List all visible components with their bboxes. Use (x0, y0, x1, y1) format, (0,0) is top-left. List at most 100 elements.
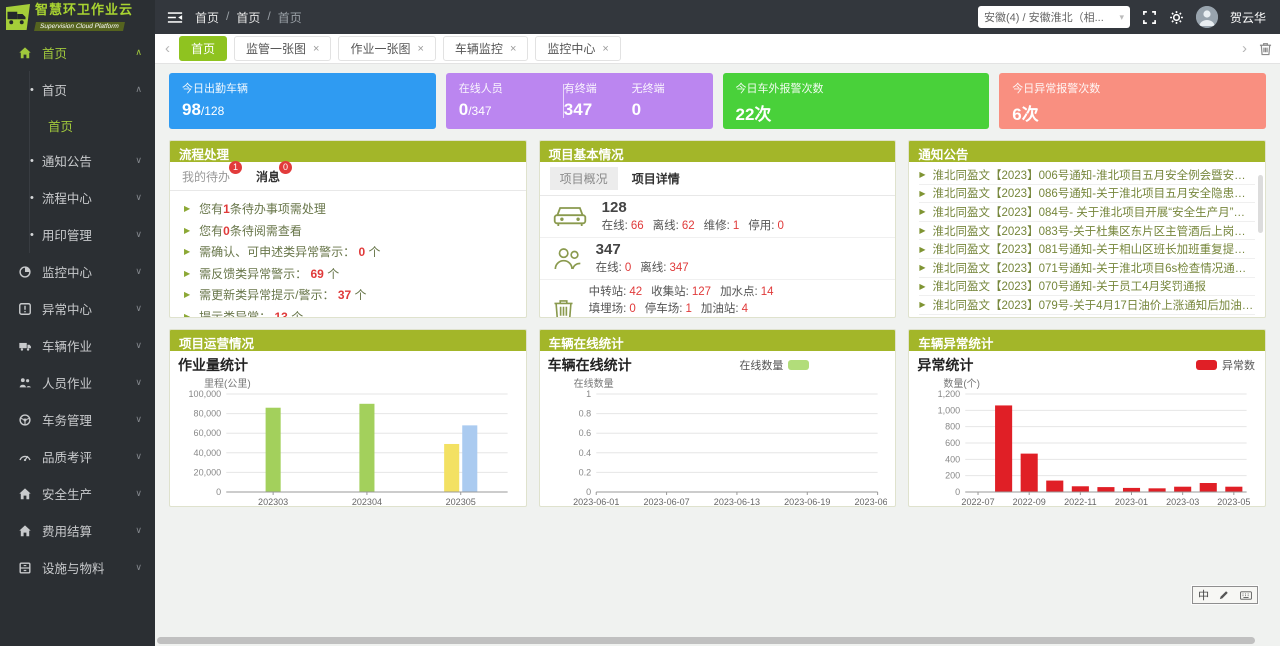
close-tab-icon[interactable]: × (417, 43, 423, 55)
breadcrumb-home[interactable]: 首页 (195, 9, 219, 26)
notice-item[interactable]: ▶淮北同盈文【2023】006号通知-淮北项目五月安全例会暨安全生产月启动会… (919, 166, 1255, 185)
process-item[interactable]: ▶您有0条待阅需查看 (184, 220, 512, 242)
project-row: 128在线:66离线:62维修:1停用:0 (540, 196, 896, 238)
tab-project-detail[interactable]: 项目详情 (622, 167, 690, 190)
panel-abnormal-chart: 车辆异常统计 异常统计 异常数 数量(个) 02004006008001,000… (908, 329, 1266, 507)
sidebar-item-safety-production[interactable]: 安全生产∨ (0, 475, 155, 512)
process-item[interactable]: ▶需更新类异常提示/警示： 37 个 (184, 284, 512, 306)
sidebar-item-quality-eval[interactable]: 品质考评∨ (0, 438, 155, 475)
sidebar-item-home[interactable]: 首页∧ (0, 34, 155, 71)
tab-home[interactable]: 首页 (179, 36, 227, 61)
breadcrumb: 首页 / 首页 / 首页 (195, 9, 302, 26)
stat-card-online[interactable]: 在线人员0/347有终端347无终端0 (446, 73, 713, 129)
sidebar-item-facilities-materials[interactable]: 设施与物料∨ (0, 549, 155, 586)
bullet-icon: • (30, 84, 34, 96)
stat-value: 347 (564, 100, 632, 120)
tabs-scroll-right-icon[interactable]: › (1240, 40, 1249, 57)
sidebar-item-seal-mgmt[interactable]: •用印管理∨ (0, 216, 155, 253)
notice-item[interactable]: ▶淮北同盈文【2023】079号-关于4月17日油价上涨通知后加油情况通报 (919, 296, 1255, 315)
sidebar-item-personnel-work[interactable]: 人员作业∨ (0, 364, 155, 401)
sidebar: 首页∧•首页∧首页•通知公告∨•流程中心∨•用印管理∨监控中心∨异常中心∨车辆作… (0, 34, 155, 646)
chart-vehicle-online: 00.20.40.60.812023-06-012023-06-072023-0… (548, 388, 888, 507)
sidebar-item-label: 异常中心 (42, 299, 92, 318)
stat-value: 98/128 (182, 100, 423, 120)
breadcrumb-separator: / (226, 9, 229, 26)
panel-project-title: 项目基本情况 (540, 141, 896, 162)
monitor-icon (18, 265, 32, 279)
close-tab-icon[interactable]: × (510, 43, 516, 55)
stat-card-attendance[interactable]: 今日出勤车辆98/128 (169, 73, 436, 129)
process-item[interactable]: ▶提示类异常： 13 个 (184, 306, 512, 319)
sidebar-item-process-center[interactable]: •流程中心∨ (0, 179, 155, 216)
sidebar-item-vehicle-work[interactable]: 车辆作业∨ (0, 327, 155, 364)
sidebar-item-fee-settlement[interactable]: 费用结算∨ (0, 512, 155, 549)
sidebar-item-home-page[interactable]: 首页 (0, 108, 155, 142)
region-select[interactable]: 安徽(4) / 安徽淮北（相... ▾ (978, 6, 1130, 28)
close-tab-icon[interactable]: × (313, 43, 319, 55)
ime-mode-label[interactable]: 中 (1198, 587, 1209, 603)
ime-keyboard-icon[interactable] (1240, 591, 1252, 600)
dashboard-content: 今日出勤车辆98/128在线人员0/347有终端347无终端0今日车外报警次数2… (155, 64, 1280, 646)
chart-work-volume: 020,00040,00060,00080,000100,00020230320… (178, 388, 518, 507)
process-item[interactable]: ▶需确认、可申述类异常警示： 0 个 (184, 241, 512, 263)
close-tab-icon[interactable]: × (602, 43, 608, 55)
stat-card-abnormal-alarm[interactable]: 今日异常报警次数6次 (999, 73, 1266, 129)
tab-work-map[interactable]: 作业一张图× (338, 36, 435, 61)
process-item[interactable]: ▶您有1条待办事项需处理 (184, 198, 512, 220)
app-logo[interactable]: 智慧环卫作业云 Supervision Cloud Platform (0, 0, 155, 34)
horizontal-scrollbar-thumb[interactable] (157, 637, 1255, 644)
chevron-down-icon: ∨ (135, 451, 142, 462)
sidebar-item-abnormal-center[interactable]: 异常中心∨ (0, 290, 155, 327)
close-all-tabs-trash-icon[interactable] (1259, 42, 1272, 56)
notice-item[interactable]: ▶淮北同盈文【2023】084号- 关于淮北项目开展“安全生产月”活动的通知 (919, 203, 1255, 222)
notice-item[interactable]: ▶淮北同盈文【2023】081号通知-关于相山区班长加班重复提报的通报 (919, 240, 1255, 259)
svg-text:1: 1 (586, 389, 591, 399)
sidebar-item-monitor-center[interactable]: 监控中心∨ (0, 253, 155, 290)
svg-text:0.2: 0.2 (578, 467, 591, 477)
breadcrumb-home-2[interactable]: 首页 (236, 9, 260, 26)
chevron-up-icon: ∧ (135, 47, 142, 58)
ime-toolbar[interactable]: 中 (1192, 586, 1258, 604)
stat-card-vehicle-alarm[interactable]: 今日车外报警次数22次 (723, 73, 990, 129)
ime-pen-icon[interactable] (1219, 590, 1229, 600)
arrow-right-icon: ▶ (184, 312, 190, 318)
stat-group: 无终端0 (632, 80, 700, 122)
chart-work-title: 作业量统计 (178, 355, 248, 375)
notice-scrollbar[interactable] (1258, 175, 1263, 233)
tab-project-overview[interactable]: 项目概况 (550, 167, 618, 190)
messages-count-badge: 0 (279, 161, 292, 174)
sidebar-item-label: 首页 (48, 116, 73, 135)
process-item[interactable]: ▶需反馈类异常警示： 69 个 (184, 263, 512, 285)
panels-row-1: 流程处理 我的待办 1 消息 0 ▶您有1条待办事项需处理▶您有0条待阅需查看▶… (169, 140, 1266, 318)
panel-abnormal-title: 车辆异常统计 (909, 330, 1265, 351)
notice-item[interactable]: ▶淮北同盈文【2023】083号-关于杜集区东片区主管酒后上岗的处罚通告 (919, 222, 1255, 241)
svg-text:2023-03: 2023-03 (1166, 497, 1199, 507)
chart-body-online: 车辆在线统计 在线数量 在线数量 00.20.40.60.812023-06-0… (540, 351, 896, 507)
tabs-scroll-left-icon[interactable]: ‹ (163, 40, 172, 57)
people-icon (18, 376, 32, 390)
svg-text:202304: 202304 (352, 497, 382, 507)
notice-item[interactable]: ▶淮北同盈文【2023】070号通知-关于员工4月奖罚通报 (919, 278, 1255, 297)
tab-monitor-center[interactable]: 监控中心× (535, 36, 620, 61)
tab-messages[interactable]: 消息 0 (256, 168, 280, 185)
sidebar-menu: 首页∧•首页∧首页•通知公告∨•流程中心∨•用印管理∨监控中心∨异常中心∨车辆作… (0, 34, 155, 586)
notice-item[interactable]: ▶淮北同盈文【2023】071号通知-关于淮北项目6s检查情况通报(2)(2) (919, 259, 1255, 278)
svg-text:0.4: 0.4 (578, 448, 591, 458)
tab-my-todo[interactable]: 我的待办 1 (182, 168, 230, 185)
user-avatar[interactable] (1196, 6, 1218, 28)
chevron-down-icon: ∨ (135, 340, 142, 351)
settings-gear-icon[interactable] (1169, 10, 1184, 25)
notice-item[interactable]: ▶淮北同盈文【2023】086号通知-关于淮北项目五月安全隐患检查情况通告 (919, 185, 1255, 204)
sidebar-item-notice[interactable]: •通知公告∨ (0, 142, 155, 179)
tab-vehicle-monitor[interactable]: 车辆监控× (443, 36, 528, 61)
panel-operation-title: 项目运营情况 (170, 330, 526, 351)
sidebar-item-label: 流程中心 (42, 188, 92, 207)
sidebar-item-home-sub[interactable]: •首页∧ (0, 71, 155, 108)
username[interactable]: 贺云华 (1230, 9, 1266, 26)
tab-supervision-map[interactable]: 监管一张图× (234, 36, 331, 61)
sidebar-collapse-icon[interactable] (167, 11, 183, 24)
fullscreen-icon[interactable] (1142, 10, 1157, 25)
sidebar-item-vehicle-mgmt[interactable]: 车务管理∨ (0, 401, 155, 438)
arrow-right-icon: ▶ (184, 247, 190, 256)
tab-my-todo-label: 我的待办 (182, 170, 230, 184)
